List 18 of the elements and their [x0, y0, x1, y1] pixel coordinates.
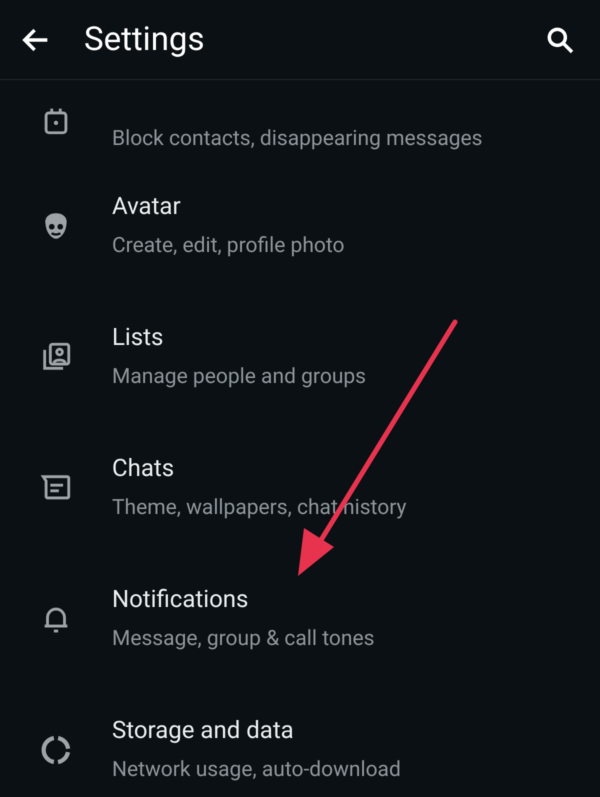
settings-item[interactable]: Storage and data Network usage, auto-download [0, 684, 600, 797]
item-subtitle: Manage people and groups [112, 364, 366, 390]
settings-item[interactable]: Avatar Create, edit, profile photo [0, 160, 600, 291]
page-title: Settings [84, 18, 204, 61]
item-title: Chats [112, 454, 176, 482]
settings-item[interactable]: Block contacts, disappearing messages [0, 80, 600, 160]
item-subtitle: Create, edit, profile photo [112, 232, 345, 260]
settings-item[interactable]: Notifications Message, group & call tones [0, 553, 600, 684]
settings-item[interactable]: Lists Manage people and groups [0, 291, 600, 422]
item-title: Storage and data [112, 716, 295, 744]
item-title: Notifications [112, 584, 250, 612]
item-subtitle: Block contacts, disappearing messages [112, 126, 483, 153]
settings-item[interactable]: Chats Theme, wallpapers, chat history [0, 422, 600, 553]
item-title: Lists [112, 322, 164, 350]
item-subtitle: Network usage, auto-download [112, 756, 401, 784]
item-title: Avatar [112, 192, 182, 220]
item-subtitle: Message, group & call tones [112, 626, 374, 652]
item-subtitle: Theme, wallpapers, chat history [112, 494, 406, 522]
